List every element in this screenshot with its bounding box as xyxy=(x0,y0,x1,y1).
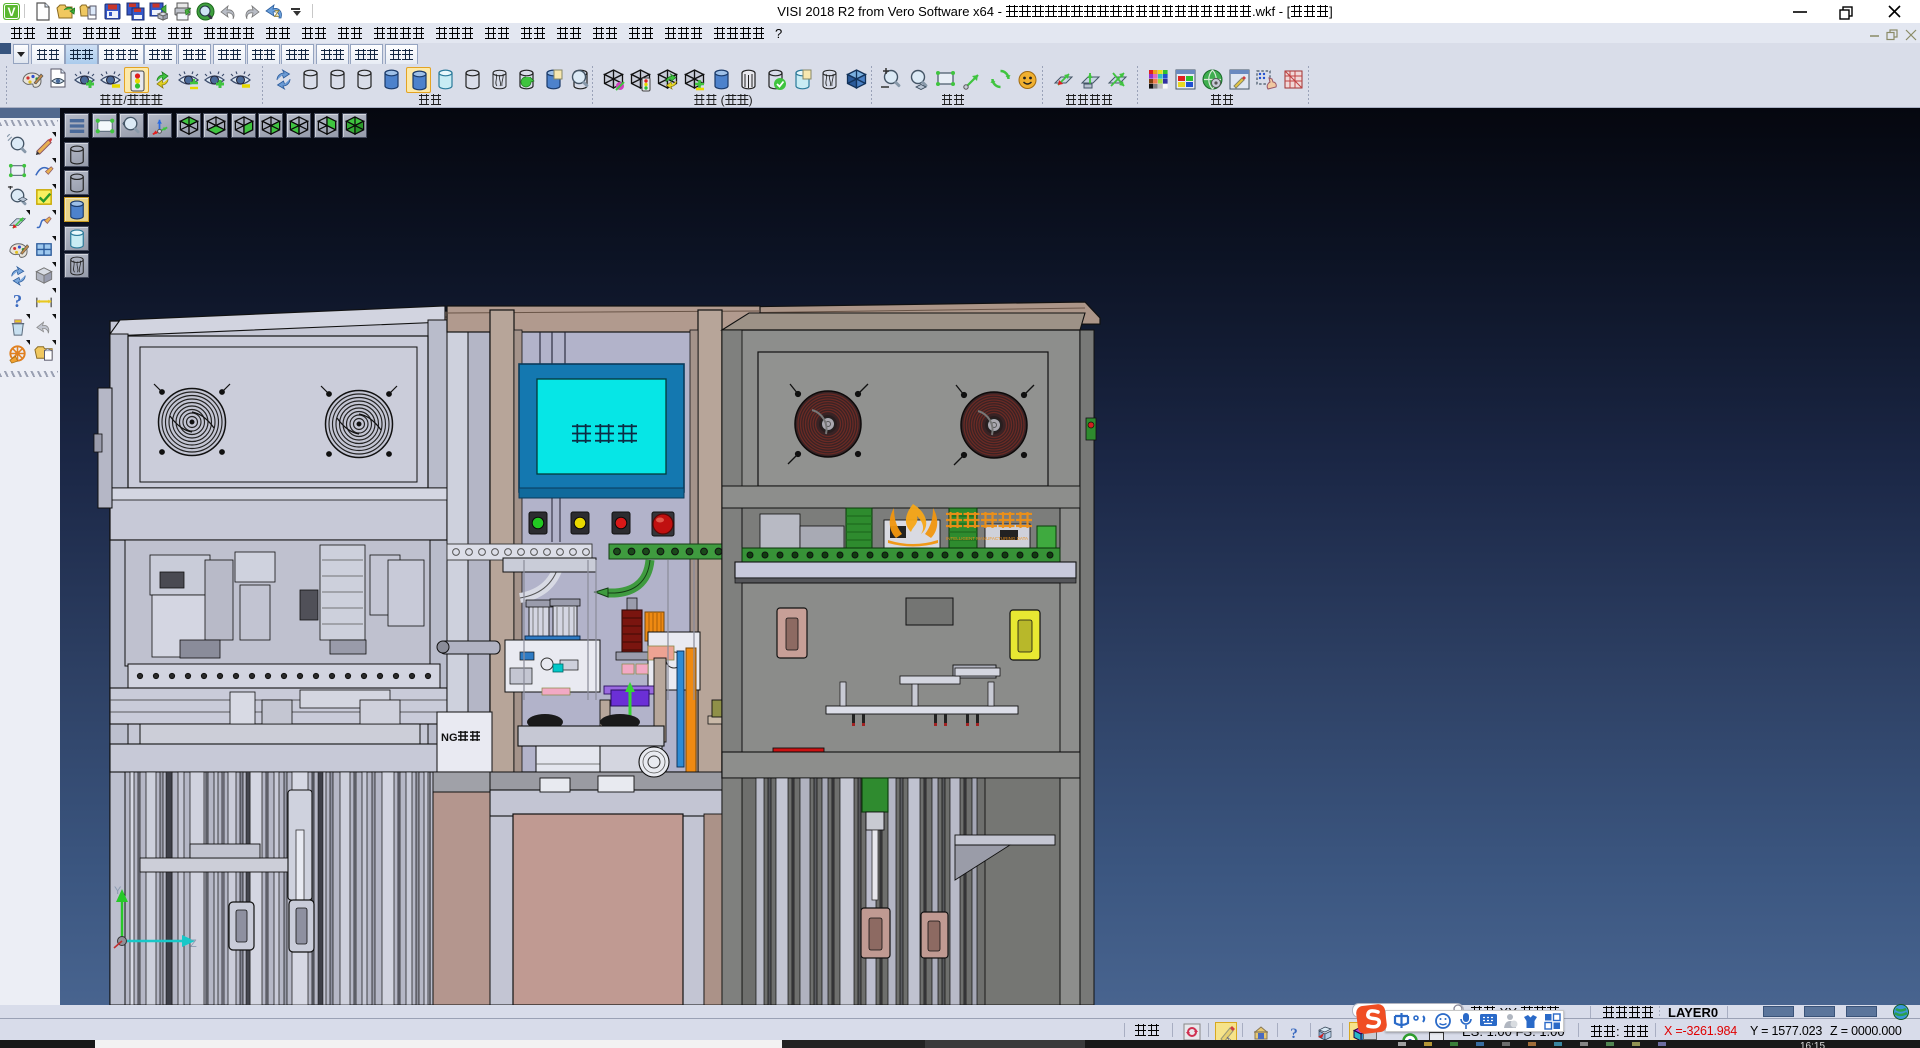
svg-text:Z: Z xyxy=(190,938,197,950)
svg-text:?: ? xyxy=(1290,1026,1298,1041)
svg-text:Y: Y xyxy=(114,885,122,897)
svg-text:?: ? xyxy=(13,291,22,311)
svg-text:NG: NG xyxy=(441,732,458,744)
svg-text:V: V xyxy=(7,5,15,19)
svg-text:INTELLIGENT MANUFACTURING DATA: INTELLIGENT MANUFACTURING DATA xyxy=(946,536,1028,541)
